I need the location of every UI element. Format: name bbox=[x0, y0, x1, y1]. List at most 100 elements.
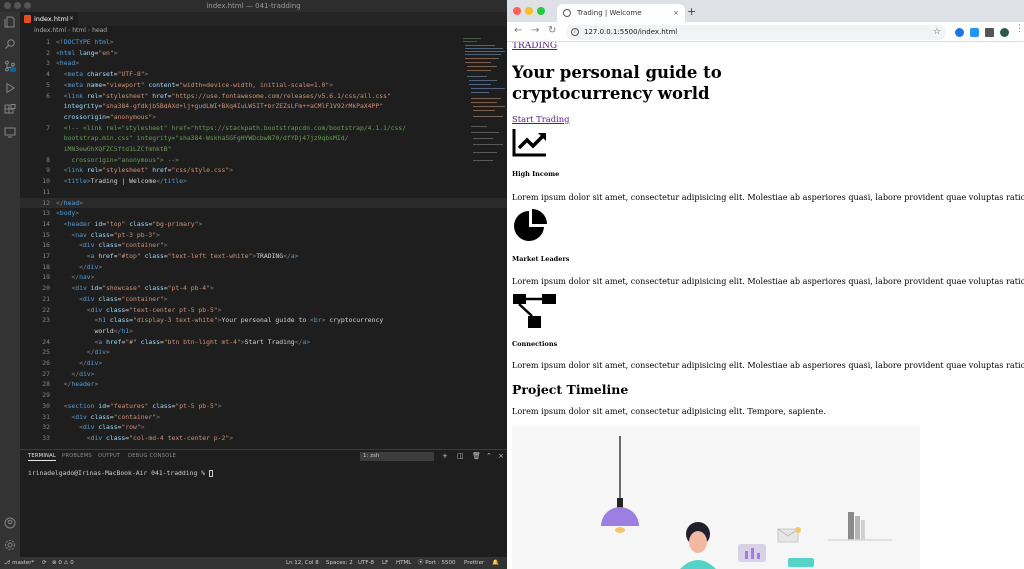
code-line[interactable]: <div id="showcase" class="pt-4 pb-4"> bbox=[56, 283, 213, 294]
more-menu-icon[interactable]: ⋮ bbox=[1015, 24, 1024, 34]
tab-problems[interactable]: PROBLEMS bbox=[62, 453, 92, 459]
tab-output[interactable]: OUTPUT bbox=[98, 453, 120, 459]
code-line[interactable]: <html lang="en"> bbox=[56, 48, 118, 59]
code-line[interactable]: </div> bbox=[56, 347, 110, 358]
split-terminal-icon[interactable]: ◫ bbox=[457, 452, 464, 460]
encoding-status[interactable]: UTF-8 bbox=[358, 557, 374, 569]
code-line[interactable]: iMN3ewGhXQFZCSftd1LZCfmhktB" bbox=[56, 144, 172, 155]
branch-status[interactable]: ⎇ master* bbox=[4, 557, 34, 569]
browser-tab[interactable]: Trading | Welcome × bbox=[557, 4, 685, 22]
page-headline: Your personal guide to cryptocurrency wor… bbox=[512, 63, 812, 104]
browser-maximize-button[interactable] bbox=[537, 7, 545, 15]
run-debug-icon[interactable] bbox=[4, 82, 16, 94]
code-line[interactable]: </header> bbox=[56, 379, 99, 390]
code-line[interactable]: world</h1> bbox=[56, 326, 133, 337]
code-line[interactable]: <div class="row"> bbox=[56, 422, 144, 433]
code-line[interactable]: <nav class="pt-3 pb-3"> bbox=[56, 230, 160, 241]
forward-arrow-icon[interactable]: → bbox=[531, 25, 539, 36]
close-tab-icon[interactable]: × bbox=[69, 12, 74, 26]
code-line[interactable]: <div class="container"> bbox=[56, 240, 168, 251]
line-number: 10 bbox=[42, 177, 50, 186]
extension-m-icon[interactable] bbox=[955, 28, 964, 37]
minimap[interactable] bbox=[461, 36, 507, 186]
problems-status[interactable]: ⊗ 0 ⚠ 0 bbox=[52, 557, 74, 569]
terminal-output[interactable]: irinadelgado@Irinas-MacBook-Air 041-trad… bbox=[28, 469, 213, 477]
remote-explorer-icon[interactable] bbox=[4, 126, 16, 138]
code-line[interactable]: bootstrap.min.css" integrity="sha384-Wsk… bbox=[56, 133, 349, 144]
breadcrumb-file[interactable]: index.html bbox=[34, 27, 66, 34]
code-line[interactable]: <body> bbox=[56, 208, 79, 219]
code-line[interactable]: <!DOCTYPE html> bbox=[56, 37, 114, 48]
code-line[interactable]: <div class="text-center pt-5 pb-5"> bbox=[56, 305, 222, 316]
explorer-icon[interactable] bbox=[4, 16, 16, 28]
extensions-puzzle-icon[interactable] bbox=[985, 28, 994, 37]
reload-icon[interactable]: ↻ bbox=[548, 25, 556, 36]
extensions-icon[interactable] bbox=[4, 104, 16, 116]
tab-index-html[interactable]: index.html × bbox=[20, 12, 78, 26]
notifications-icon[interactable]: 🔔 bbox=[492, 557, 499, 569]
chevron-up-icon[interactable]: ⌃ bbox=[486, 452, 492, 460]
info-icon[interactable]: i bbox=[571, 28, 579, 36]
indentation-status[interactable]: Spaces: 2 bbox=[326, 557, 353, 569]
address-bar[interactable]: i 127.0.0.1:5500/index.html ☆ bbox=[566, 25, 946, 40]
close-tab-icon[interactable]: × bbox=[673, 4, 679, 22]
code-line[interactable]: </head> bbox=[56, 198, 83, 209]
cursor-position[interactable]: Ln 12, Col 8 bbox=[286, 557, 319, 569]
breadcrumb-head[interactable]: head bbox=[92, 27, 107, 34]
account-icon[interactable] bbox=[4, 517, 16, 529]
code-line[interactable]: <title>Trading | Welcome</title> bbox=[56, 176, 187, 187]
code-line[interactable]: </div> bbox=[56, 262, 102, 273]
brand-link[interactable]: TRADING bbox=[512, 42, 557, 51]
code-line[interactable]: <a href="#top" class="text-left text-whi… bbox=[56, 251, 299, 262]
code-editor[interactable]: 1 <!DOCTYPE html> 2 <html lang="en"> 3 <head>… bbox=[20, 36, 507, 449]
terminal-prompt: irinadelgado@Irinas-MacBook-Air 041-trad… bbox=[28, 469, 209, 477]
add-terminal-icon[interactable]: + bbox=[442, 452, 448, 460]
prettier-status[interactable]: Prettier bbox=[464, 557, 484, 569]
code-line[interactable]: </nav> bbox=[56, 272, 94, 283]
line-number: 29 bbox=[42, 391, 50, 400]
activity-bar bbox=[0, 12, 20, 557]
sync-icon[interactable]: ⟳ bbox=[42, 557, 47, 569]
code-line[interactable]: </div> bbox=[56, 358, 102, 369]
bookmark-star-icon[interactable]: ☆ bbox=[933, 25, 941, 40]
back-arrow-icon[interactable]: ← bbox=[514, 25, 522, 36]
language-status[interactable]: HTML bbox=[396, 557, 411, 569]
code-line[interactable]: <div class="container"> bbox=[56, 294, 168, 305]
trash-icon[interactable]: 🗑 bbox=[472, 452, 481, 460]
line-number: 13 bbox=[42, 209, 50, 218]
profile-avatar[interactable] bbox=[1000, 28, 1009, 37]
code-line[interactable]: <meta charset="UTF-8"> bbox=[56, 69, 149, 80]
code-line[interactable]: crossorigin="anonymous"> bbox=[56, 112, 156, 123]
code-line[interactable]: <section id="features" class="pt-5 pb-5"… bbox=[56, 401, 222, 412]
code-line[interactable]: <meta name="viewport" content="width=dev… bbox=[56, 80, 333, 91]
close-panel-icon[interactable]: × bbox=[498, 452, 504, 460]
code-line[interactable]: <!-- <link rel="stylesheet" href="https:… bbox=[56, 123, 406, 134]
eol-status[interactable]: LF bbox=[382, 557, 388, 569]
line-number: 23 bbox=[42, 316, 50, 325]
tab-terminal[interactable]: TERMINAL bbox=[28, 453, 56, 461]
code-line[interactable]: <header id="top" class="bg-primary"> bbox=[56, 219, 203, 230]
code-line[interactable]: <a href="#" class="btn btn-light mt-4">S… bbox=[56, 337, 310, 348]
search-icon[interactable] bbox=[4, 38, 16, 50]
browser-minimize-button[interactable] bbox=[525, 7, 533, 15]
code-line[interactable]: <link rel="stylesheet" href="css/style.c… bbox=[56, 165, 233, 176]
code-line[interactable]: <div class="col-md-4 text-center p-2"> bbox=[56, 433, 233, 444]
source-control-icon[interactable] bbox=[4, 60, 16, 72]
code-line[interactable]: <link rel="stylesheet" href="https://use… bbox=[56, 91, 391, 102]
code-line[interactable]: crossorigin="anonymous"> --> bbox=[56, 155, 179, 166]
new-tab-button[interactable]: + bbox=[687, 5, 696, 18]
line-number: 15 bbox=[42, 230, 50, 239]
code-line[interactable]: <h1 class="display-3 text-white">Your pe… bbox=[56, 315, 383, 326]
code-line[interactable]: integrity="sha384-gfdkjb5BdAXd+lj+gudLWI… bbox=[56, 101, 383, 112]
tab-debug-console[interactable]: DEBUG CONSOLE bbox=[128, 453, 176, 459]
code-line[interactable]: <head> bbox=[56, 58, 79, 69]
code-line[interactable]: </div> bbox=[56, 369, 94, 380]
browser-close-button[interactable] bbox=[513, 7, 521, 15]
live-server-status[interactable]: ⦿ Port : 5500 bbox=[418, 557, 456, 569]
code-line[interactable]: <div class="container"> bbox=[56, 412, 160, 423]
terminal-select[interactable]: 1: zsh bbox=[360, 452, 434, 461]
extension-s-icon[interactable] bbox=[970, 28, 979, 37]
start-trading-link[interactable]: Start Trading bbox=[512, 114, 570, 124]
breadcrumb-html[interactable]: html bbox=[72, 27, 86, 34]
settings-gear-icon[interactable] bbox=[4, 539, 16, 551]
